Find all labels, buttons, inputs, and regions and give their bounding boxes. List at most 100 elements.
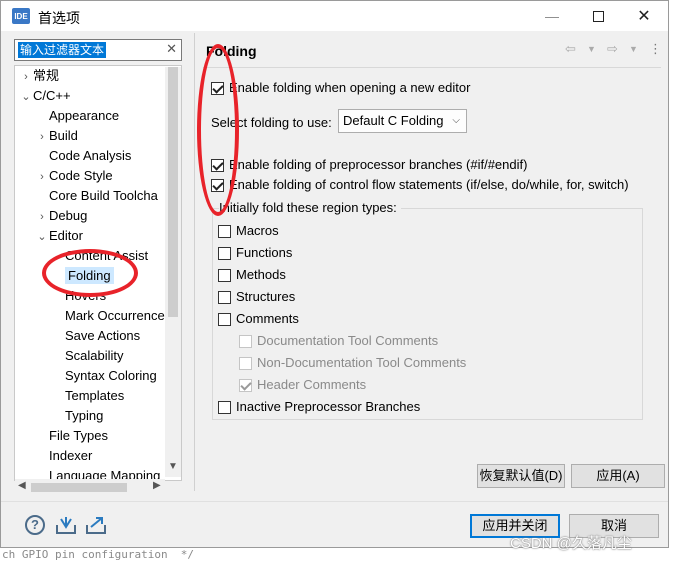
region-checkbox[interactable]: Methods xyxy=(218,265,286,285)
tree-item-label: Core Build Toolcha xyxy=(49,188,158,203)
expand-arrow-icon[interactable]: › xyxy=(19,67,33,87)
expand-arrow-icon[interactable]: › xyxy=(35,207,49,227)
tree-item[interactable]: Scalability xyxy=(51,346,124,366)
tree-item[interactable]: ⌄ C/C++ xyxy=(19,86,70,107)
import-icon[interactable] xyxy=(55,515,77,535)
forward-icon[interactable]: ⇨ xyxy=(607,41,618,57)
checkbox-box[interactable] xyxy=(218,400,231,414)
chevron-down-icon: ⌵ xyxy=(452,115,460,126)
checkbox-box[interactable] xyxy=(218,312,231,326)
tree-item-label: Code Analysis xyxy=(49,148,132,163)
tree-item-label: Appearance xyxy=(49,108,120,123)
enable-folding-checkbox[interactable]: Enable folding when opening a new editor xyxy=(211,78,470,98)
tree-item-label: Templates xyxy=(65,388,125,403)
pane-divider[interactable] xyxy=(194,33,195,491)
region-checkbox: Non-Documentation Tool Comments xyxy=(239,353,466,373)
checkbox-box[interactable] xyxy=(218,290,231,304)
checkbox-label: Methods xyxy=(236,267,286,282)
tree-item-label: Indexer xyxy=(49,448,93,463)
tree-item-label: 常规 xyxy=(33,68,60,83)
expand-arrow-icon[interactable]: ⌄ xyxy=(19,87,33,107)
tree-item-label: Syntax Coloring xyxy=(65,368,157,383)
checkbox-box[interactable] xyxy=(218,224,231,238)
tree-vertical-scrollbar[interactable]: ▼ xyxy=(165,67,181,477)
expand-arrow-icon[interactable]: ⌄ xyxy=(35,227,49,247)
view-menu-icon[interactable]: ⋮ xyxy=(649,41,662,57)
filter-input[interactable]: 输入过滤器文本 ✕ xyxy=(14,39,182,61)
tree-item[interactable]: Mark Occurrence xyxy=(51,306,165,326)
scroll-down-icon[interactable]: ▼ xyxy=(168,461,178,472)
checkbox-label: Inactive Preprocessor Branches xyxy=(236,399,421,414)
help-icon[interactable]: ? xyxy=(25,515,45,535)
checkbox-label: Enable folding when opening a new editor xyxy=(229,80,471,95)
tree-item[interactable]: Typing xyxy=(51,406,103,426)
back-icon[interactable]: ⇦ xyxy=(565,41,576,57)
tree-item[interactable]: Save Actions xyxy=(51,326,140,346)
folding-select-value: Default C Folding xyxy=(343,113,444,128)
tree-item[interactable]: › Build xyxy=(35,126,78,146)
title-separator xyxy=(203,67,661,68)
tree-hscroll-thumb[interactable] xyxy=(31,483,127,492)
checkbox-label: Enable folding of control flow statement… xyxy=(229,177,629,192)
checkbox-box[interactable] xyxy=(218,246,231,260)
preprocessor-folding-checkbox[interactable]: Enable folding of preprocessor branches … xyxy=(211,155,527,175)
page-navigation: ⇦ ▼ ⇨ ▼ ⋮ xyxy=(565,41,665,61)
footer-separator xyxy=(1,501,668,502)
tree-item-label: Scalability xyxy=(65,348,124,363)
tree-item[interactable]: Templates xyxy=(51,386,124,406)
tree-item[interactable]: Appearance xyxy=(35,106,119,126)
tree-item[interactable]: › Debug xyxy=(35,206,87,226)
tree-item[interactable]: › 常规 xyxy=(19,66,59,86)
region-types-legend: Initially fold these region types: xyxy=(219,200,401,216)
tree-item[interactable]: Core Build Toolcha xyxy=(35,186,158,206)
tree-item-label: Code Style xyxy=(49,168,113,183)
forward-menu-icon[interactable]: ▼ xyxy=(629,44,638,54)
ide-app-icon: IDE xyxy=(12,8,30,24)
tree-item[interactable]: Indexer xyxy=(35,446,92,466)
region-checkbox[interactable]: Structures xyxy=(218,287,295,307)
control-flow-folding-checkbox[interactable]: Enable folding of control flow statement… xyxy=(211,175,629,195)
checkbox-label: Header Comments xyxy=(257,377,367,392)
tree-item-label: Mark Occurrence xyxy=(65,308,165,323)
scroll-right-icon[interactable]: ▶ xyxy=(153,480,161,491)
tree-item[interactable]: Code Analysis xyxy=(35,146,131,166)
region-checkbox[interactable]: Macros xyxy=(218,221,279,241)
tree-item[interactable]: Syntax Coloring xyxy=(51,366,157,386)
checkbox-label: Non-Documentation Tool Comments xyxy=(257,355,467,370)
checkbox-box[interactable] xyxy=(218,268,231,282)
tree-horizontal-scrollbar[interactable]: ◀ ▶ xyxy=(15,479,165,495)
window-title: 首选项 xyxy=(38,10,80,26)
tree-item[interactable]: ⌄ Editor xyxy=(35,226,83,246)
folding-select[interactable]: Default C Folding ⌵ xyxy=(338,109,467,133)
apply-button[interactable]: 应用(A) xyxy=(571,464,665,488)
region-checkbox[interactable]: Comments xyxy=(218,309,299,329)
scroll-left-icon[interactable]: ◀ xyxy=(18,480,26,491)
export-icon[interactable] xyxy=(85,515,107,535)
checkbox-label: Functions xyxy=(236,245,293,260)
tree-item-label: Build xyxy=(49,128,78,143)
tree-item[interactable]: File Types xyxy=(35,426,108,446)
checkbox-label: Structures xyxy=(236,289,296,304)
tree-item-label: Debug xyxy=(49,208,88,223)
annotation-ellipse xyxy=(197,44,239,216)
checkbox-label: Comments xyxy=(236,311,299,326)
restore-defaults-button[interactable]: 恢复默认值(D) xyxy=(477,464,565,488)
expand-arrow-icon[interactable]: › xyxy=(35,167,49,187)
tree-item-label: Save Actions xyxy=(65,328,141,343)
checkbox-label: Documentation Tool Comments xyxy=(257,333,439,348)
expand-arrow-icon[interactable]: › xyxy=(35,127,49,147)
clear-filter-icon[interactable]: ✕ xyxy=(166,41,177,57)
back-menu-icon[interactable]: ▼ xyxy=(587,44,596,54)
region-checkbox[interactable]: Inactive Preprocessor Branches xyxy=(218,397,420,417)
tree-item[interactable]: › Code Style xyxy=(35,166,113,187)
region-checkbox: Header Comments xyxy=(239,375,366,395)
checkbox-box xyxy=(239,356,252,370)
region-checkbox[interactable]: Functions xyxy=(218,243,292,263)
region-checkbox: Documentation Tool Comments xyxy=(239,331,438,351)
minimize-icon[interactable]: — xyxy=(529,1,575,31)
close-icon[interactable]: ✕ xyxy=(621,1,667,31)
maximize-icon[interactable] xyxy=(575,1,621,31)
tree-scroll-thumb[interactable] xyxy=(168,67,178,317)
checkbox-box xyxy=(239,378,252,392)
filter-input-text: 输入过滤器文本 xyxy=(18,42,107,58)
